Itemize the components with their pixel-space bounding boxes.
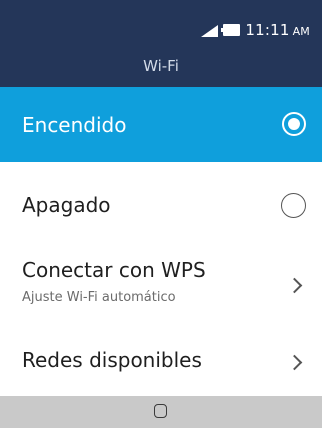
page-title: Wi-Fi <box>143 57 179 75</box>
menu-item-networks[interactable]: Redes disponibles <box>0 328 322 396</box>
menu-item-wps[interactable]: Conectar con WPS Ajuste Wi-Fi automático <box>0 244 322 328</box>
navigation-bar <box>0 396 322 428</box>
option-apagado[interactable]: Apagado <box>0 162 322 244</box>
option-apagado-label: Apagado <box>22 193 111 217</box>
option-encendido[interactable]: Encendido <box>0 87 322 162</box>
clock-ampm: AM <box>292 25 310 38</box>
status-bar: 11:11 AM <box>201 21 310 39</box>
home-button-icon[interactable] <box>154 404 167 418</box>
menu-item-wps-subtitle: Ajuste Wi-Fi automático <box>22 290 176 305</box>
radio-unselected-icon[interactable] <box>281 193 306 218</box>
chevron-right-icon <box>286 277 303 294</box>
battery-icon <box>221 24 241 36</box>
signal-icon <box>201 24 219 37</box>
radio-selected-icon[interactable] <box>282 112 306 136</box>
status-clock: 11:11 AM <box>245 21 310 39</box>
clock-time: 11:11 <box>245 21 290 39</box>
app-header: 11:11 AM Wi-Fi <box>0 0 322 87</box>
menu-item-networks-label: Redes disponibles <box>22 348 202 372</box>
chevron-right-icon <box>286 354 303 371</box>
menu-item-wps-label: Conectar con WPS <box>22 258 206 282</box>
option-encendido-label: Encendido <box>22 113 127 137</box>
